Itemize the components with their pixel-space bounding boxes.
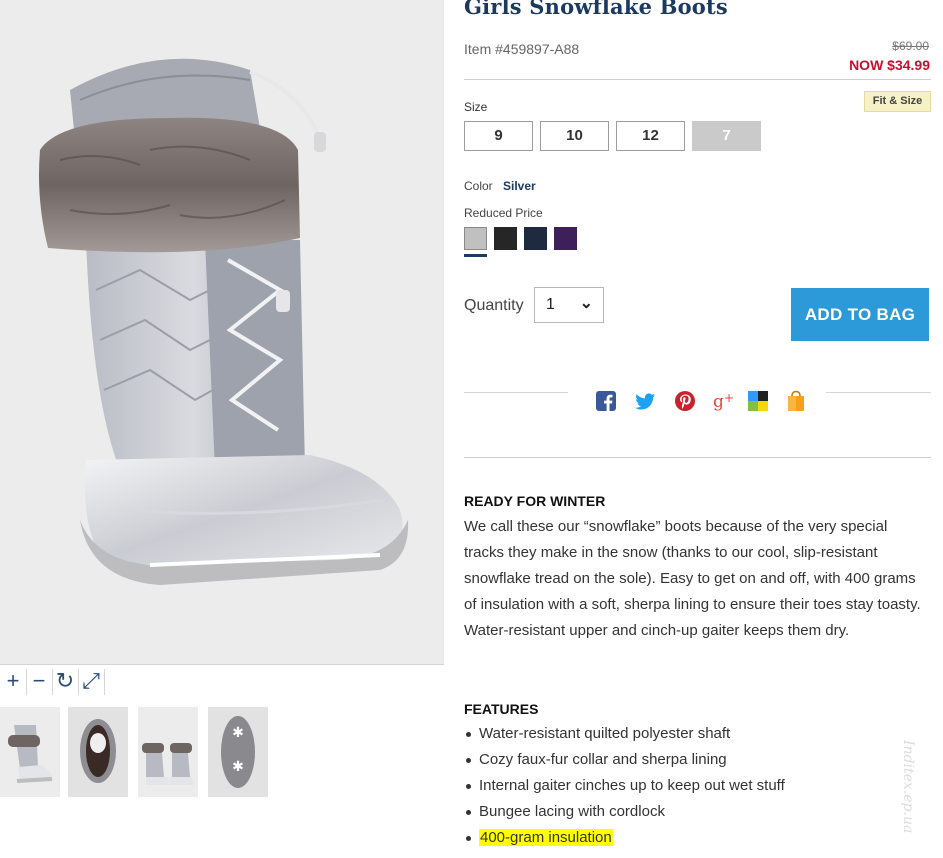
size-option-10[interactable]: 10 xyxy=(540,121,609,151)
quantity-select[interactable]: 1 ⌄ xyxy=(534,287,604,323)
color-label: Color xyxy=(464,179,493,193)
fullscreen-icon[interactable]: ⤢ xyxy=(78,667,104,695)
description-text: We call these our “snowflake” boots beca… xyxy=(464,518,921,639)
zoom-in-icon[interactable]: + xyxy=(0,667,26,695)
size-option-7-unavailable[interactable]: 7 xyxy=(692,121,761,151)
facebook-icon[interactable] xyxy=(594,389,618,413)
size-option-9[interactable]: 9 xyxy=(464,121,533,151)
svg-text:✱: ✱ xyxy=(232,725,244,741)
divider xyxy=(464,392,568,393)
size-option-12[interactable]: 12 xyxy=(616,121,685,151)
svg-text:g: g xyxy=(713,392,724,412)
features-heading: FEATURES xyxy=(464,701,539,717)
watermark: Inditex.ep.ua xyxy=(900,740,916,834)
quantity-value: 1 xyxy=(546,296,555,313)
feature-item: Bungee lacing with cordlock xyxy=(464,799,930,825)
shopping-bag-icon[interactable] xyxy=(784,389,808,413)
swatch-navy[interactable] xyxy=(524,227,547,250)
twitter-icon[interactable] xyxy=(633,389,657,413)
feature-text-highlighted: 400-gram insulation xyxy=(479,829,613,846)
selected-color: Silver xyxy=(503,179,536,193)
fit-and-size-link[interactable]: Fit & Size xyxy=(864,91,931,112)
divider xyxy=(826,392,931,393)
pinterest-icon[interactable] xyxy=(673,389,697,413)
zoom-out-icon[interactable]: − xyxy=(26,667,52,695)
feature-item: Water-resistant quilted polyester shaft xyxy=(464,721,930,747)
product-title: Girls Snowflake Boots xyxy=(464,0,728,19)
divider xyxy=(464,457,931,458)
feature-text: Water-resistant quilted polyester shaft xyxy=(479,725,731,742)
boot-illustration xyxy=(39,58,409,585)
image-zoom-toolbar: + − ↻ ⤢ xyxy=(0,664,444,696)
add-to-bag-button[interactable]: ADD TO BAG xyxy=(791,288,929,341)
reduced-price-label: Reduced Price xyxy=(464,206,543,220)
delicious-icon[interactable] xyxy=(746,389,770,413)
toolbar-divider xyxy=(104,669,105,695)
swatch-black[interactable] xyxy=(494,227,517,250)
rotate-icon[interactable]: ↻ xyxy=(52,667,78,695)
product-main-image[interactable] xyxy=(0,0,444,664)
swatch-purple[interactable] xyxy=(554,227,577,250)
features-list: Water-resistant quilted polyester shaft … xyxy=(464,721,930,851)
feature-item: Cozy faux-fur collar and sherpa lining xyxy=(464,747,930,773)
size-label: Size xyxy=(464,100,488,114)
feature-item: 400-gram insulation xyxy=(464,825,930,851)
feature-text: Cozy faux-fur collar and sherpa lining xyxy=(479,751,727,768)
svg-text:+: + xyxy=(724,391,734,405)
swatch-silver[interactable] xyxy=(464,227,487,250)
sale-price: NOW $34.99 xyxy=(849,57,930,73)
google-plus-icon[interactable]: g + xyxy=(712,389,736,413)
item-number: Item #459897-A88 xyxy=(464,41,580,57)
thumbnail-top[interactable] xyxy=(68,707,128,797)
thumbnail-sole[interactable]: ✱ ✱ xyxy=(208,707,268,797)
chevron-down-icon: ⌄ xyxy=(579,295,593,312)
svg-text:✱: ✱ xyxy=(232,759,244,775)
quantity-label: Quantity xyxy=(464,297,524,314)
thumbnail-front[interactable] xyxy=(0,707,60,797)
thumbnail-pair[interactable] xyxy=(138,707,198,797)
feature-text: Internal gaiter cinches up to keep out w… xyxy=(479,777,785,794)
selected-swatch-indicator xyxy=(464,254,487,257)
original-price: $69.00 xyxy=(892,39,929,53)
feature-text: Bungee lacing with cordlock xyxy=(479,803,665,820)
divider xyxy=(464,79,931,80)
feature-item: Internal gaiter cinches up to keep out w… xyxy=(464,773,930,799)
description-heading: READY FOR WINTER xyxy=(464,493,606,509)
